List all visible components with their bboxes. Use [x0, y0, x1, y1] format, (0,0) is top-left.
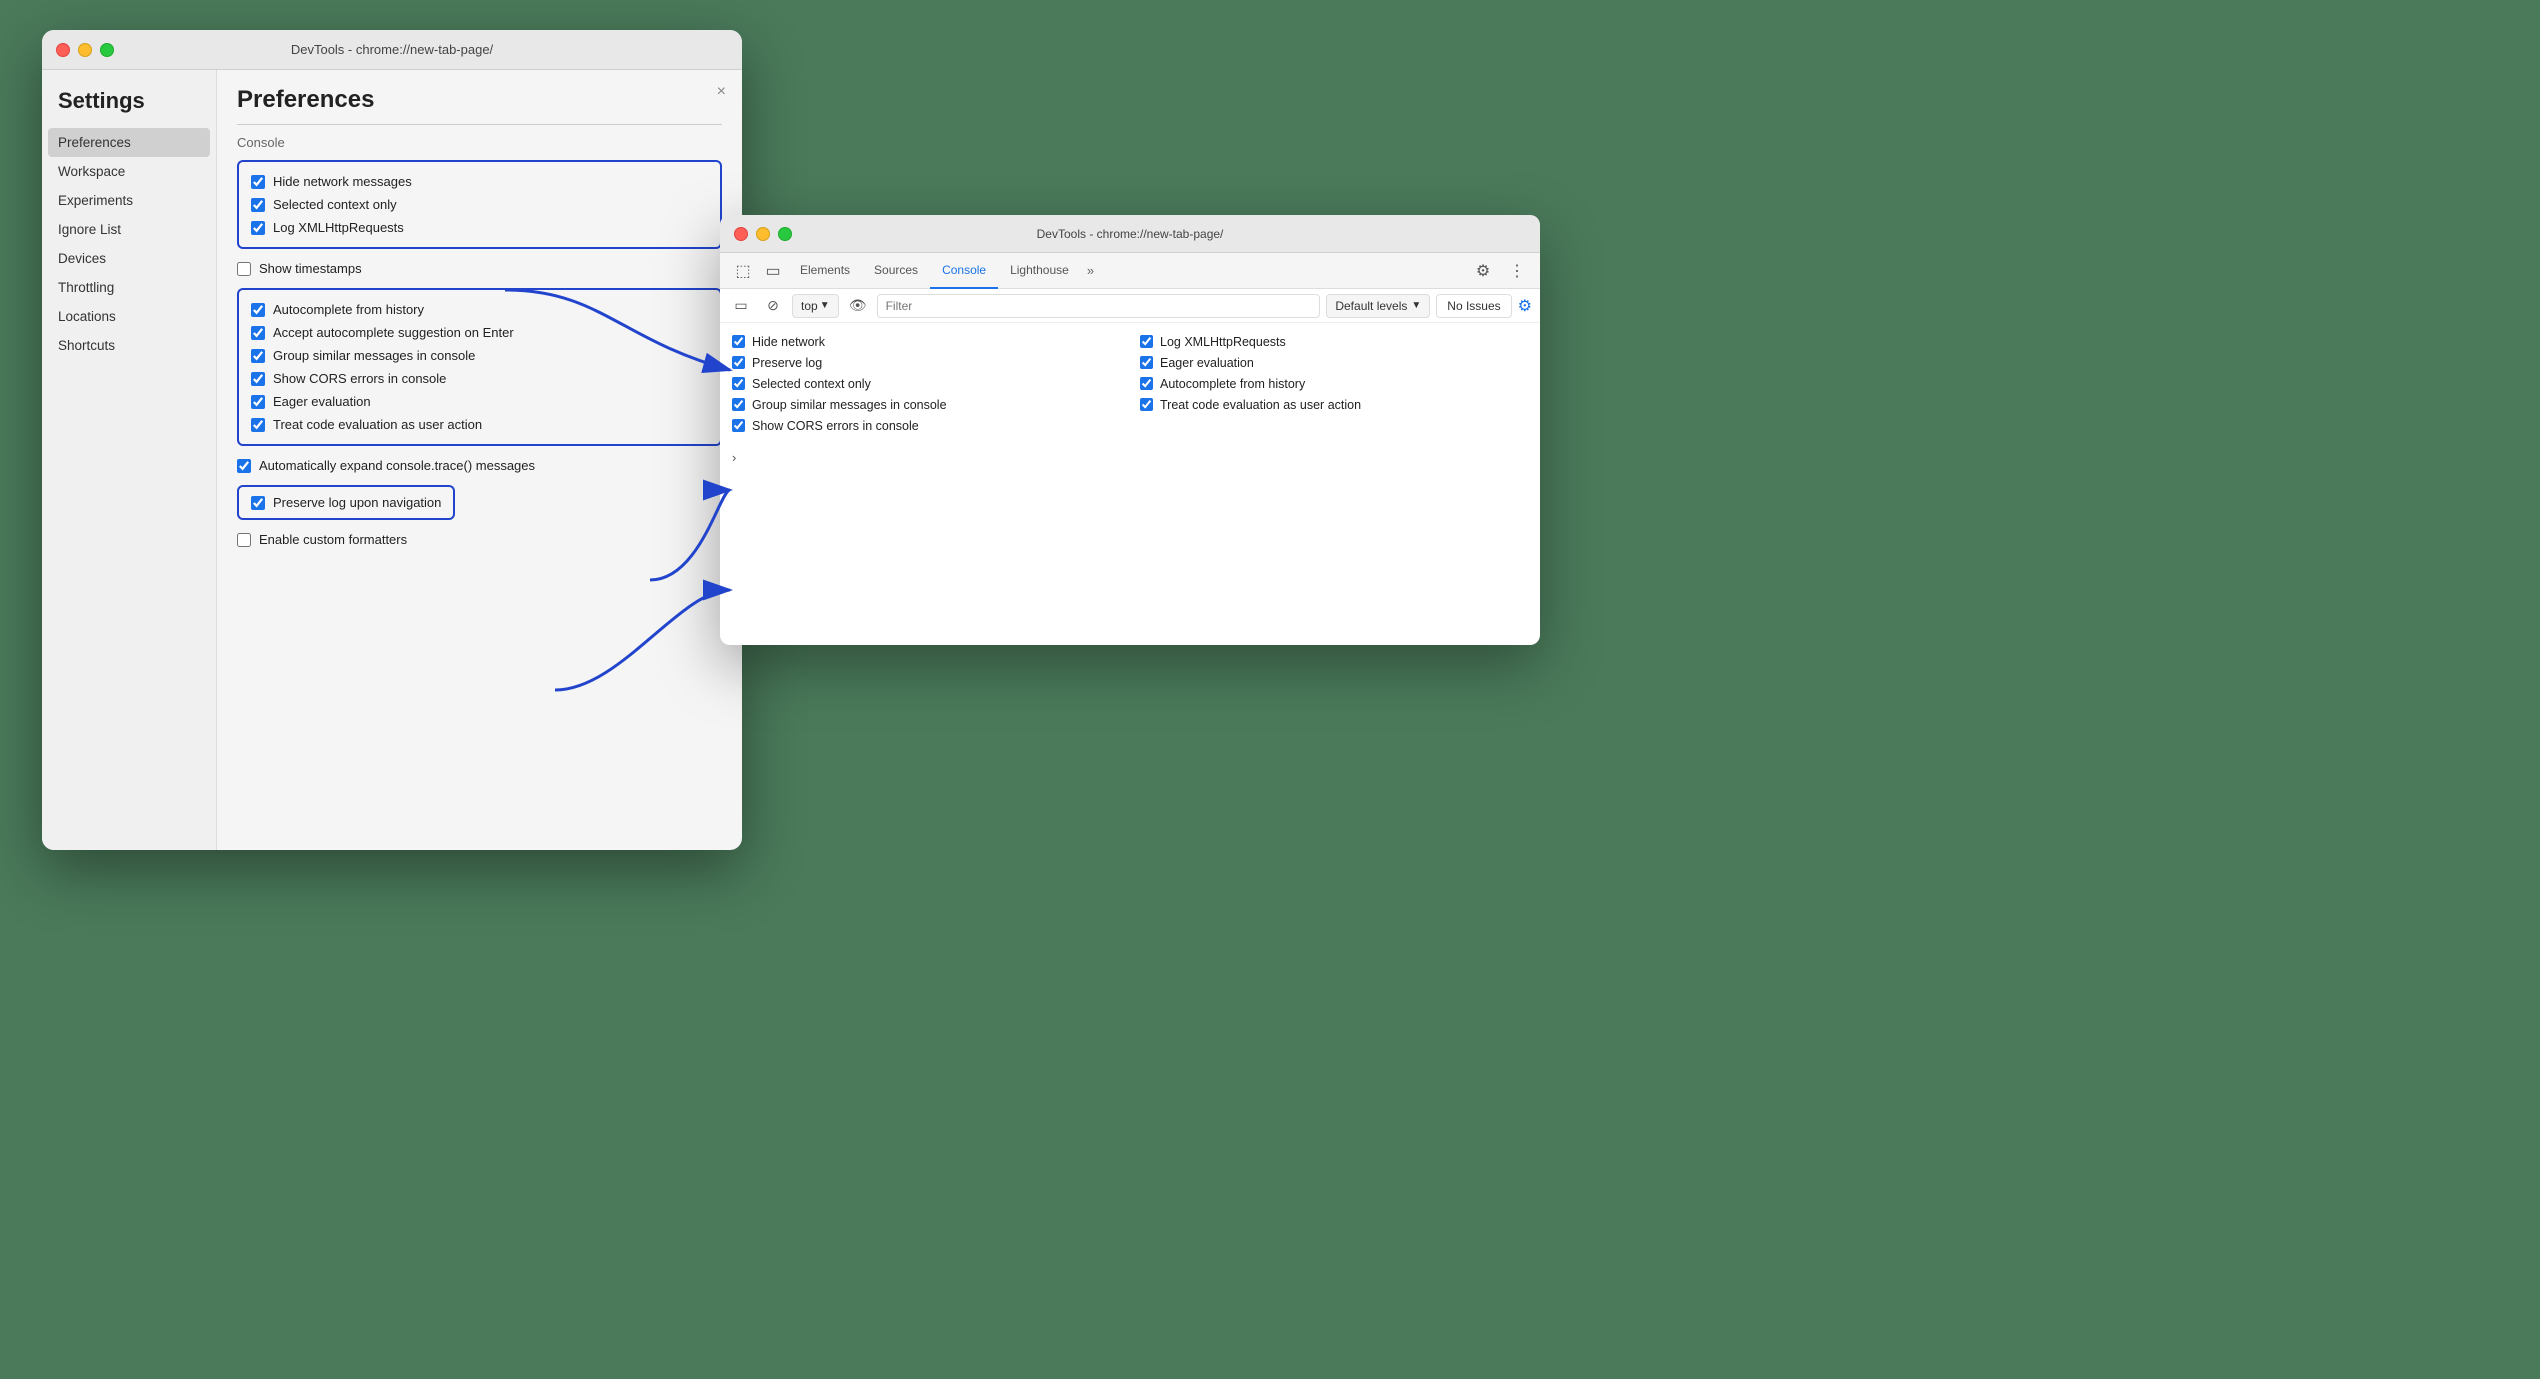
annotation-arrows	[0, 0, 2540, 1379]
